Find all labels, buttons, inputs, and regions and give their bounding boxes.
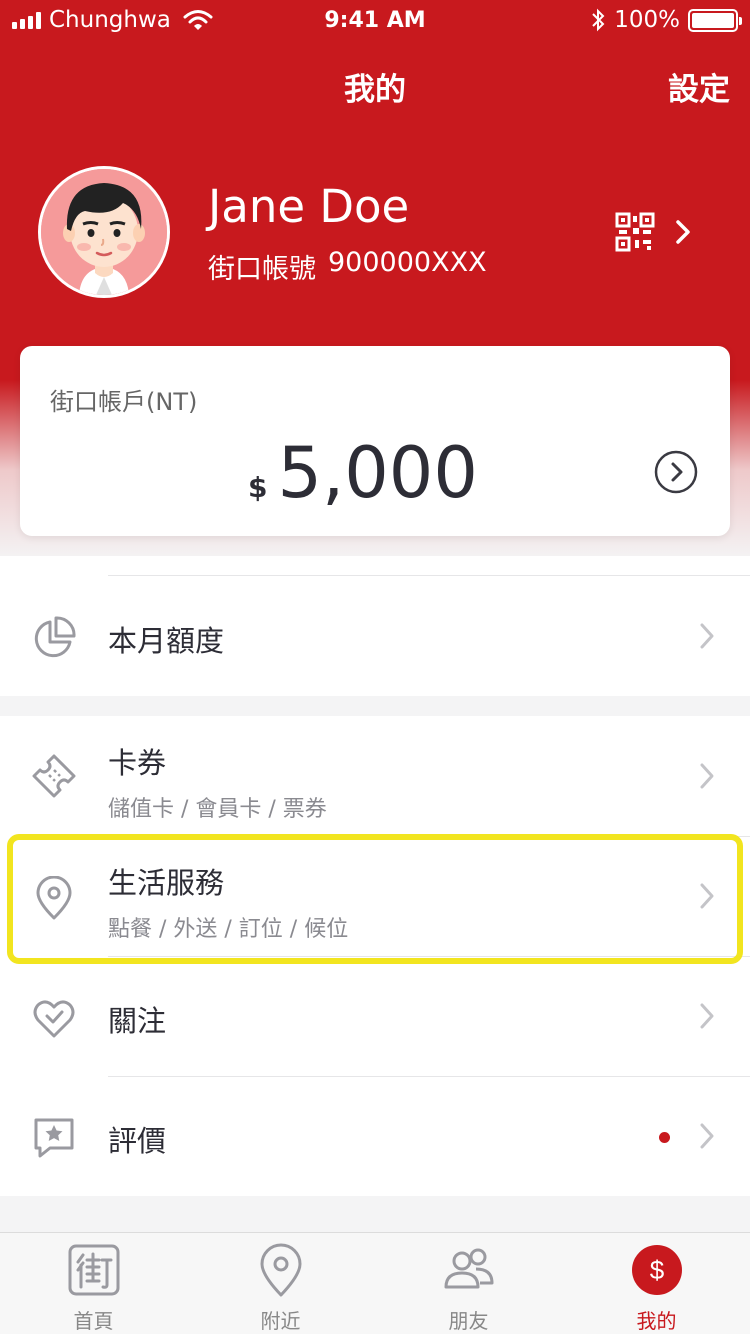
tab-label: 朋友 xyxy=(448,1309,489,1333)
chevron-right-icon xyxy=(700,883,714,909)
menu-item-coupons[interactable]: 卡券 儲值卡 / 會員卡 / 票券 xyxy=(0,716,750,836)
menu-item-life-services[interactable]: 生活服務 點餐 / 外送 / 訂位 / 候位 xyxy=(0,836,750,956)
chevron-right-icon xyxy=(700,1003,714,1029)
svg-text:$: $ xyxy=(650,1255,665,1285)
tab-home[interactable]: 首頁 xyxy=(0,1233,187,1334)
tab-bar: 首頁 附近 朋友 $ 我的 xyxy=(0,1232,750,1334)
battery-icon xyxy=(688,8,742,32)
chevron-right-icon xyxy=(700,1123,714,1149)
star-comment-icon xyxy=(34,1118,74,1158)
tab-label: 我的 xyxy=(636,1309,677,1333)
circle-arrow-icon[interactable] xyxy=(654,450,698,494)
avatar-illustration-icon xyxy=(41,169,167,295)
home-street-icon xyxy=(68,1244,120,1296)
balance-label: 街口帳戶(NT) xyxy=(50,388,198,416)
chevron-right-icon xyxy=(700,763,714,789)
menu-item-reviews[interactable]: 評價 xyxy=(0,1076,750,1196)
status-bar: Chunghwa 9:41 AM 100% xyxy=(0,0,750,40)
menu-item-label: 關注 xyxy=(108,1004,167,1038)
balance-value: 5,000 xyxy=(277,432,478,514)
page-title: 我的 xyxy=(344,72,406,108)
account-id: 街口帳號 900000XXX xyxy=(208,247,487,286)
tab-friends[interactable]: 朋友 xyxy=(375,1233,562,1334)
profile-name: Jane Doe xyxy=(208,180,410,233)
tab-label: 首頁 xyxy=(73,1309,114,1333)
friends-icon xyxy=(444,1248,494,1289)
qr-code-button[interactable] xyxy=(615,208,705,256)
chevron-right-icon xyxy=(700,623,714,649)
location-pin-icon xyxy=(260,1243,302,1297)
menu-item-label: 卡券 xyxy=(108,746,167,780)
balance-amount: $ 5,000 xyxy=(248,432,478,514)
pie-chart-icon xyxy=(34,616,76,658)
qr-code-icon xyxy=(615,212,655,252)
menu-item-label: 評價 xyxy=(108,1124,167,1158)
battery-percent: 100% xyxy=(614,7,680,33)
currency-symbol: $ xyxy=(248,471,268,504)
settings-button[interactable]: 設定 xyxy=(668,64,730,109)
services-section: 卡券 儲值卡 / 會員卡 / 票券 生活服務 點餐 / 外送 / 訂位 / 候位… xyxy=(0,716,750,1196)
menu-item-subtitle: 點餐 / 外送 / 訂位 / 候位 xyxy=(108,917,349,942)
monthly-limit-section: 本月額度 xyxy=(0,556,750,696)
menu-item-subtitle: 儲值卡 / 會員卡 / 票券 xyxy=(108,797,327,822)
tab-mine[interactable]: $ 我的 xyxy=(563,1233,750,1334)
chevron-right-icon xyxy=(676,220,690,244)
avatar[interactable] xyxy=(38,166,170,298)
tab-label: 附近 xyxy=(260,1309,301,1333)
bluetooth-icon xyxy=(592,8,605,32)
tab-nearby[interactable]: 附近 xyxy=(187,1233,374,1334)
account-number: 900000XXX xyxy=(328,247,487,278)
menu-item-monthly-limit[interactable]: 本月額度 xyxy=(0,576,750,696)
balance-card[interactable]: 街口帳戶(NT) $ 5,000 xyxy=(20,346,730,536)
heart-check-icon xyxy=(33,1000,75,1038)
account-label: 街口帳號 xyxy=(208,254,316,285)
ticket-icon xyxy=(32,754,76,798)
menu-item-follow[interactable]: 關注 xyxy=(0,956,750,1076)
location-pin-icon xyxy=(36,876,72,920)
notification-dot xyxy=(659,1132,670,1143)
menu-item-label: 生活服務 xyxy=(108,866,225,900)
dollar-icon: $ xyxy=(632,1245,682,1295)
menu-item-label: 本月額度 xyxy=(108,624,225,658)
